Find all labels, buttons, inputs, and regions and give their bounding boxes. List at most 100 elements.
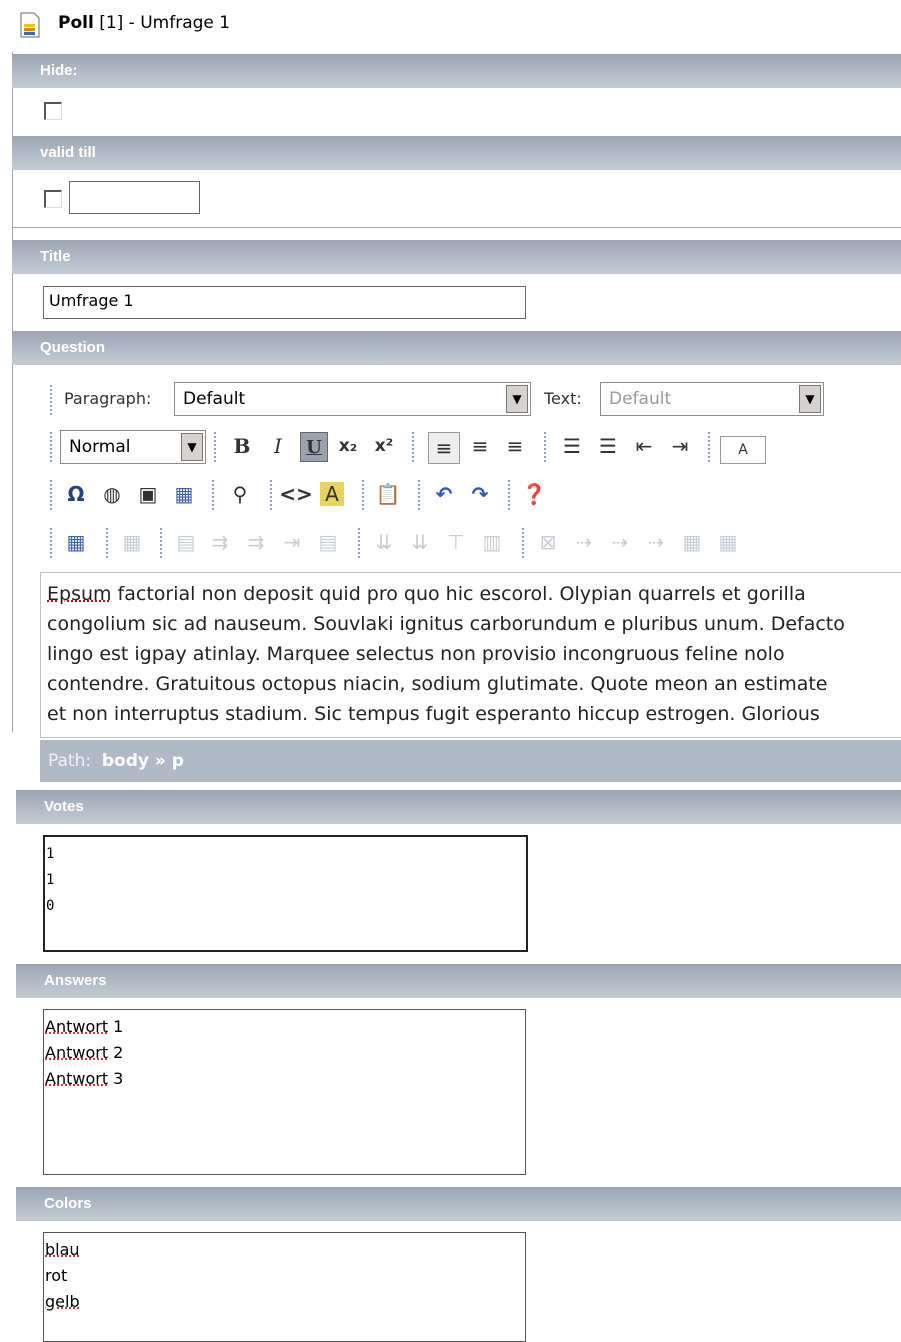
toolbar-separator [418,480,422,510]
text-select[interactable]: Default ▼ [600,382,824,416]
valid-till-input[interactable] [69,181,200,214]
indent-icon[interactable]: ⇥ [668,434,692,458]
colors-section-header: Colors [16,1187,901,1221]
chevron-down-icon[interactable]: ▼ [181,433,203,461]
toolbar-separator [358,528,362,558]
subscript-button[interactable]: x₂ [336,434,360,458]
toolbar-separator [106,528,110,558]
style-select[interactable]: Normal ▼ [60,430,206,464]
votes-section-header: Votes [16,790,901,824]
paragraph-select-value: Default [183,389,246,409]
chevron-down-icon[interactable]: ▼ [799,385,821,413]
page-title-type: Poll [58,13,94,33]
toolbar-separator [412,432,416,462]
valid-till-section-header: valid till [12,136,901,170]
redo-icon[interactable]: ↷ [468,482,492,506]
toolbar-separator [160,528,164,558]
source-code-icon[interactable]: <> [279,482,313,506]
misspelled-word: Epsum [47,583,112,605]
question-section-header: Question [12,331,901,365]
table-icon[interactable]: ▦ [172,482,196,506]
text-color-button[interactable]: A [720,436,766,464]
align-right-icon[interactable]: ≡ [503,434,527,458]
path-label: Path: [48,751,92,771]
editor-line: contendre. Gratuitous octopus niacin, so… [47,673,828,695]
document-icon [20,12,40,38]
superscript-button[interactable]: x² [372,434,396,458]
insert-cell-after-icon[interactable]: ⇢ [608,530,632,554]
title-input[interactable]: Umfrage 1 [43,286,526,319]
editor-line: Epsum factorial non deposit quid pro quo… [47,579,895,609]
valid-till-checkbox[interactable] [44,190,62,208]
page-title-record: [1] - Umfrage 1 [93,13,231,33]
align-left-icon[interactable]: ≡ [428,432,460,464]
insert-column-before-icon[interactable]: ⇊ [372,530,396,554]
italic-button[interactable]: I [266,434,290,458]
insert-row-after-icon[interactable]: ⇉ [244,530,268,554]
insert-column-after-icon[interactable]: ⇊ [408,530,432,554]
find-icon[interactable]: ⚲ [228,482,252,506]
path-value[interactable]: body » p [102,751,184,771]
cell-icon[interactable]: ⊠ [536,530,560,554]
split-cell-icon[interactable]: ▦ [716,530,740,554]
title-section-header: Title [12,240,901,274]
paragraph-label: Paragraph: [64,389,152,408]
split-row-icon[interactable]: ▤ [316,530,340,554]
image-icon[interactable]: ▣ [136,482,160,506]
hide-checkbox[interactable] [44,102,62,120]
toolbar-separator [270,480,274,510]
answers-line: Antwort 1 [45,1017,124,1036]
votes-line: 1 [46,846,55,862]
paragraph-select[interactable]: Default ▼ [174,382,531,416]
table-properties-icon[interactable]: ▦ [64,530,88,554]
delete-cell-icon[interactable]: ⇢ [644,530,668,554]
underline-button[interactable]: U [300,432,328,462]
misspelled-word: Antwort [45,1069,109,1088]
colors-textarea[interactable]: blau rot gelb [43,1232,526,1342]
bold-button[interactable]: B [230,434,254,458]
editor-line: lingo est igpay atinlay. Marquee selectu… [47,643,785,665]
misspelled-word: gelb [45,1292,80,1311]
votes-textarea[interactable]: 1 1 0 [43,835,528,952]
ordered-list-icon[interactable]: ☰ [560,434,584,458]
merge-cells-icon[interactable]: ▦ [680,530,704,554]
editor-line: et non interruptus stadium. Sic tempus f… [47,703,820,725]
outdent-icon[interactable]: ⇤ [632,434,656,458]
toolbar-separator [522,528,526,558]
cell-properties-icon[interactable]: ▤ [174,530,198,554]
answers-textarea[interactable]: Antwort 1 Antwort 2 Antwort 3 [43,1009,526,1175]
toolbar-separator [50,385,54,415]
toolbar-separator [708,432,712,462]
help-icon[interactable]: ❓ [522,482,547,506]
toolbar-separator [50,432,54,462]
paste-icon[interactable]: 📋 [376,482,401,506]
spellcheck-icon[interactable]: A [320,482,344,506]
insert-row-before-icon[interactable]: ⇉ [208,530,232,554]
colors-line: blau [45,1237,524,1263]
row-properties-icon[interactable]: ▦ [120,530,144,554]
rich-text-editor[interactable]: Epsum factorial non deposit quid pro quo… [40,572,901,738]
toolbar-separator [50,480,54,510]
answers-section-header: Answers [16,964,901,998]
delete-column-icon[interactable]: ⊤ [444,530,468,554]
misspelled-word: Antwort [45,1043,109,1062]
chevron-down-icon[interactable]: ▼ [506,385,528,413]
unordered-list-icon[interactable]: ☰ [596,434,620,458]
colors-line: gelb [45,1289,524,1315]
votes-line: 0 [46,898,55,914]
special-char-icon[interactable]: Ω [64,482,88,506]
colors-line: rot [45,1266,68,1285]
editor-line: congolium sic ad nauseum. Souvlaki ignit… [47,613,845,635]
editor-line-rest: factorial non deposit quid pro quo hic e… [111,583,806,605]
split-column-icon[interactable]: ▥ [480,530,504,554]
style-select-value: Normal [69,437,131,457]
toolbar-separator [508,480,512,510]
answers-line: Antwort 3 [45,1069,124,1088]
link-icon[interactable]: ◍ [100,482,124,506]
page-title: Poll [1] - Umfrage 1 [58,13,230,33]
align-center-icon[interactable]: ≡ [468,434,492,458]
undo-icon[interactable]: ↶ [432,482,456,506]
toolbar-separator [214,432,218,462]
delete-row-icon[interactable]: ⇥ [280,530,304,554]
insert-cell-before-icon[interactable]: ⇢ [572,530,596,554]
